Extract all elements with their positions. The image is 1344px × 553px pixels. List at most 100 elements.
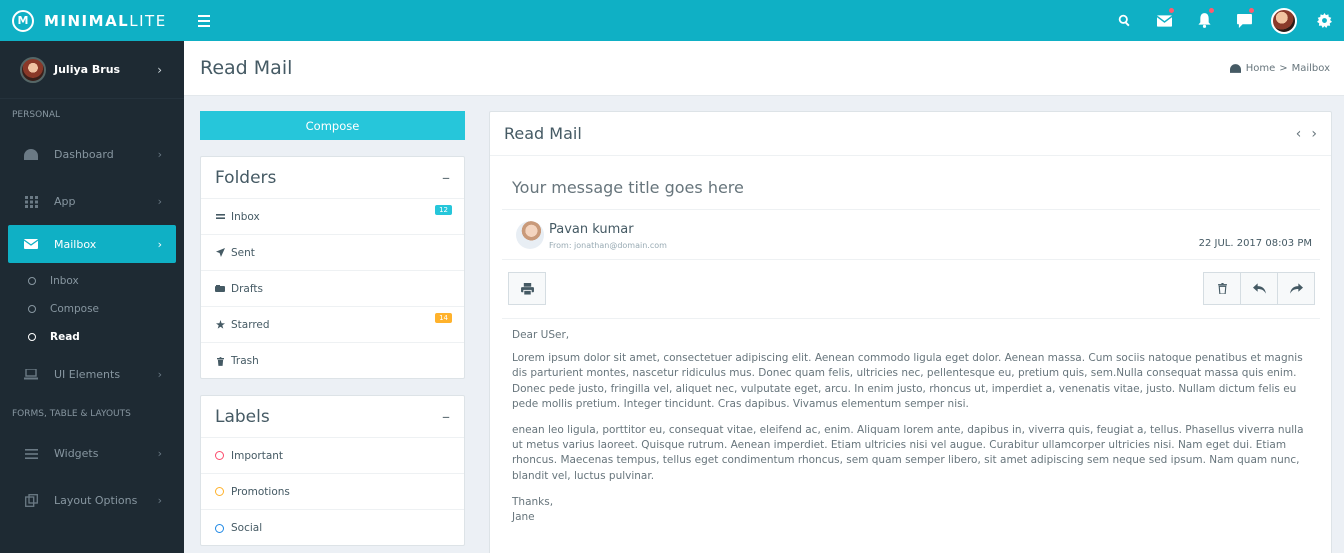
chevron-right-icon: › [157, 368, 162, 381]
label-text: Social [231, 522, 263, 534]
mail-panel-title: Read Mail [504, 124, 582, 143]
send-icon [215, 248, 225, 257]
sidebar-item-label: App [54, 195, 76, 208]
mail-signature: Jane [512, 511, 535, 524]
settings-icon[interactable] [1304, 0, 1344, 41]
bell-icon[interactable] [1184, 0, 1224, 41]
mail-signoff: Thanks, [512, 495, 554, 508]
sidebar-item-layout-options[interactable]: Layout Options › [0, 477, 184, 524]
user-avatar-button[interactable] [1264, 0, 1304, 41]
mail-subject: Your message title goes here [512, 178, 744, 197]
dashboard-icon [1229, 64, 1241, 73]
label-text: Promotions [231, 485, 290, 498]
sender-email: From: jonathan@domain.com [549, 241, 667, 250]
bell-notification-dot [1209, 8, 1214, 13]
trash-icon [215, 356, 225, 366]
forward-icon [1289, 283, 1303, 294]
folder-label: Starred [231, 318, 270, 331]
sidebar-subitem-inbox[interactable]: Inbox [0, 267, 184, 295]
folder-item-starred[interactable]: Starred 14 [201, 307, 464, 343]
avatar [516, 221, 544, 249]
mail-body: Dear USer, Lorem ipsum dolor sit amet, c… [512, 328, 1312, 525]
label-item-important[interactable]: Important [201, 438, 464, 474]
sidebar-item-dashboard[interactable]: Dashboard › [0, 131, 184, 178]
folder-item-trash[interactable]: Trash [201, 343, 464, 379]
breadcrumb-home[interactable]: Home [1246, 63, 1276, 74]
mail-icon[interactable] [1144, 0, 1184, 41]
chat-notification-dot [1249, 8, 1254, 13]
forward-button[interactable] [1277, 272, 1315, 305]
folder-label: Inbox [231, 210, 260, 223]
delete-button[interactable] [1203, 272, 1241, 305]
unread-badge: 12 [435, 205, 452, 215]
list-icon [24, 448, 38, 460]
labels-panel: Labels – Important Promotions Social [200, 395, 465, 546]
read-mail-panel: Read Mail ‹ › Your message title goes he… [489, 111, 1332, 553]
chevron-right-icon: › [157, 494, 162, 507]
compose-button[interactable]: Compose [200, 111, 465, 140]
breadcrumb-current: Mailbox [1291, 63, 1330, 74]
label-item-social[interactable]: Social [201, 510, 464, 546]
print-button[interactable] [508, 272, 546, 305]
circle-icon [28, 333, 36, 341]
inbox-icon [215, 213, 225, 220]
mail-greeting: Dear USer, [512, 329, 570, 341]
sender-info: Pavan kumar From: jonathan@domain.com 22… [502, 209, 1320, 260]
chevron-right-icon: › [157, 148, 162, 161]
nav-header-forms: FORMS, TABLE & LAYOUTS [12, 409, 131, 419]
sidebar-item-label: UI Elements [54, 368, 121, 381]
mail-notification-dot [1169, 8, 1174, 13]
user-name: Juliya Brus [54, 63, 121, 76]
sidebar-item-widgets[interactable]: Widgets › [0, 430, 184, 477]
sender-name: Pavan kumar [549, 222, 634, 237]
grid-icon [24, 195, 38, 208]
chevron-right-icon: › [157, 195, 162, 208]
labels-title: Labels [215, 406, 270, 427]
sidebar-item-label: Layout Options [54, 494, 138, 507]
sidebar: Juliya Brus › PERSONAL Dashboard › App ›… [0, 41, 184, 553]
sidebar-subitem-label: Inbox [50, 275, 79, 287]
sidebar-item-app[interactable]: App › [0, 178, 184, 225]
brand-logo[interactable]: M MINIMALLITE [0, 0, 184, 41]
sidebar-item-label: Dashboard [54, 148, 114, 161]
trash-icon [1217, 283, 1227, 294]
collapse-icon[interactable]: – [442, 168, 450, 187]
folder-label: Sent [231, 246, 255, 259]
folder-item-sent[interactable]: Sent [201, 235, 464, 271]
chat-icon[interactable] [1224, 0, 1264, 41]
sidebar-item-label: Widgets [54, 447, 99, 460]
brand-name-bold: MINIMAL [44, 11, 130, 30]
layout-icon [24, 494, 38, 507]
logo-mark-icon: M [12, 9, 34, 32]
sidebar-subitem-read[interactable]: Read [0, 323, 184, 351]
breadcrumb-separator: > [1279, 63, 1288, 74]
search-icon[interactable] [1104, 0, 1144, 41]
brand-name-thin: LITE [129, 11, 167, 30]
top-bar: M MINIMALLITE [0, 0, 1344, 41]
mail-paragraph: Lorem ipsum dolor sit amet, consectetuer… [512, 352, 1303, 410]
starred-badge: 14 [435, 313, 452, 323]
menu-toggle-icon[interactable] [198, 12, 210, 28]
draft-icon [215, 285, 225, 292]
brand-name: MINIMALLITE [44, 12, 167, 30]
star-icon [215, 320, 225, 329]
next-mail-icon[interactable]: › [1311, 126, 1317, 142]
reply-icon [1252, 283, 1266, 294]
dashboard-icon [24, 149, 38, 161]
previous-mail-icon[interactable]: ‹ [1296, 126, 1302, 142]
sidebar-item-mailbox[interactable]: Mailbox › [8, 225, 176, 263]
circle-icon [215, 487, 224, 496]
reply-button[interactable] [1240, 272, 1278, 305]
sidebar-item-ui-elements[interactable]: UI Elements › [0, 351, 184, 398]
sidebar-user[interactable]: Juliya Brus › [0, 41, 184, 99]
circle-icon [215, 451, 224, 460]
chevron-right-icon: › [157, 447, 162, 460]
folder-item-drafts[interactable]: Drafts [201, 271, 464, 307]
avatar [1271, 7, 1297, 34]
collapse-icon[interactable]: – [442, 407, 450, 426]
sidebar-subitem-compose[interactable]: Compose [0, 295, 184, 323]
label-item-promotions[interactable]: Promotions [201, 474, 464, 510]
folder-item-inbox[interactable]: Inbox 12 [201, 199, 464, 235]
laptop-icon [24, 369, 38, 381]
chevron-right-icon: › [157, 237, 162, 251]
